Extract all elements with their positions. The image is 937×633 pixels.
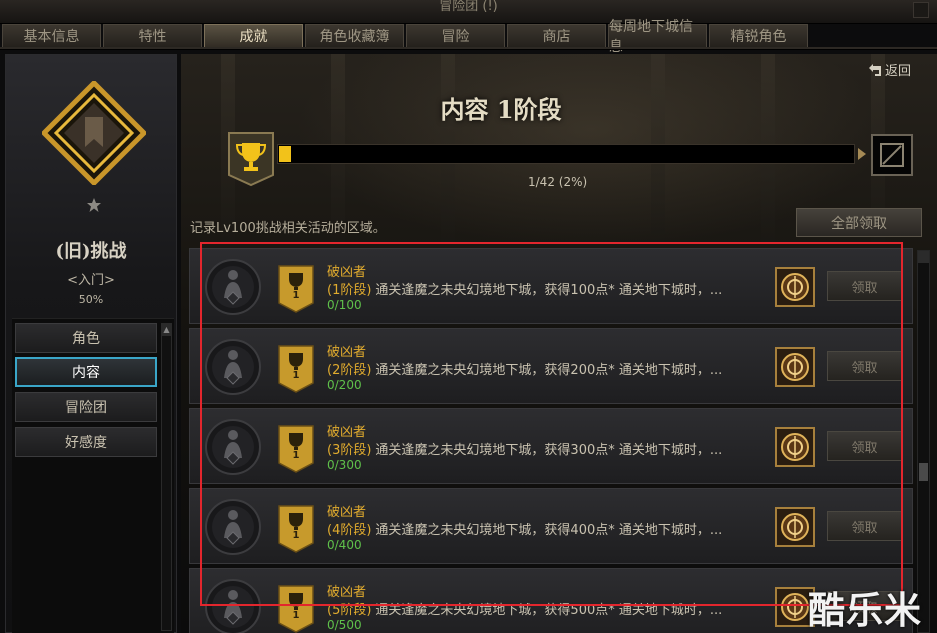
scroll-up-icon[interactable] (918, 251, 929, 263)
achievement-row: 1 破凶者 (3阶段) 通关逢魔之未央幻境地下城，获得300点* 通关地下城时，.… (189, 408, 913, 484)
rank-number: 1 (292, 610, 300, 621)
reward-box-icon[interactable] (775, 347, 815, 387)
watermark: 酷乐米 (808, 589, 922, 632)
claim-button[interactable]: 领取 (827, 351, 902, 381)
locked-slot-icon (880, 143, 904, 167)
progress-text: 1/42 (2%) (528, 175, 588, 189)
category-level: <入门> (67, 273, 115, 288)
sidebar-item-character[interactable]: 角色 (15, 323, 157, 353)
trophy-icon (278, 585, 314, 633)
tab-achievements[interactable]: 成就 (204, 24, 303, 47)
achievement-count: 0/200 (327, 378, 362, 392)
star-icon (87, 198, 101, 212)
achievement-description: (2阶段) 通关逢魔之未央幻境地下城，获得200点* 通关地下城时，... (327, 359, 722, 378)
tab-weekly-dungeon[interactable]: 每周地下城信息 (608, 19, 707, 55)
achievement-name: 破凶者 (327, 425, 367, 440)
scroll-thumb[interactable] (919, 463, 928, 481)
achievement-text: 通关逢魔之未央幻境地下城，获得300点* 通关地下城时，... (375, 443, 723, 458)
category-title: (旧)挑战 (55, 241, 127, 262)
tab-traits[interactable]: 特性 (103, 24, 202, 47)
achievement-stage: (3阶段) (327, 443, 372, 458)
stage-description: 记录Lv100挑战相关活动的区域。 (190, 221, 386, 236)
return-arrow-icon (868, 63, 881, 76)
tab-character-collection[interactable]: 角色收藏簿 (305, 24, 404, 47)
stage-title: 内容 1阶段 (440, 95, 562, 124)
category-panel: (旧)挑战 <入门> 50% 角色 内容 冒险团 好感度 ▲ (5, 54, 177, 633)
top-tabs: 基本信息 特性 成就 角色收藏簿 冒险 商店 每周地下城信息 精锐角色 (2, 19, 937, 55)
reward-box-icon[interactable] (775, 267, 815, 307)
tabs-divider (0, 47, 937, 50)
achievement-text: 通关逢魔之未央幻境地下城，获得100点* 通关地下城时，... (375, 283, 723, 298)
achievement-row: 1 破凶者 (2阶段) 通关逢魔之未央幻境地下城，获得200点* 通关地下城时，.… (189, 328, 913, 404)
achievement-description: (5阶段) 通关逢魔之未央幻境地下城，获得500点* 通关地下城时，... (327, 599, 722, 618)
claim-button[interactable]: 领取 (827, 271, 902, 301)
achievement-stage: (2阶段) (327, 363, 372, 378)
character-medal-icon (205, 419, 261, 475)
achievement-count: 0/500 (327, 618, 362, 632)
reward-box-icon[interactable] (775, 427, 815, 467)
back-button[interactable]: 返回 (868, 60, 911, 79)
tab-shop[interactable]: 商店 (507, 24, 606, 47)
progress-fill (279, 146, 291, 162)
rank-number: 1 (292, 370, 300, 381)
tab-elite-characters[interactable]: 精锐角色 (709, 24, 808, 47)
achievement-description: (3阶段) 通关逢魔之未央幻境地下城，获得300点* 通关地下城时，... (327, 439, 722, 458)
tab-adventure[interactable]: 冒险 (406, 24, 505, 47)
category-percent: 50% (78, 293, 104, 306)
rank-number: 1 (292, 450, 300, 461)
achievement-row: 1 破凶者 (4阶段) 通关逢魔之未央幻境地下城，获得400点* 通关地下城时，.… (189, 488, 913, 564)
achievement-row: 1 破凶者 (5阶段) 通关逢魔之未央幻境地下城，获得500点* 通关地下城时，.… (189, 568, 913, 633)
achievement-count: 0/100 (327, 298, 362, 312)
achievement-main: 返回 内容 1阶段 1/42 (2%) 记录Lv100挑战相关活动的区域。 全部… (181, 54, 937, 633)
character-medal-icon (205, 339, 261, 395)
window-titlebar: 冒险团 (!) (0, 0, 937, 24)
stage-progress-bar (277, 144, 855, 164)
category-scrollbar[interactable]: ▲ (161, 323, 172, 631)
scroll-up-icon[interactable]: ▲ (162, 324, 171, 336)
achievement-stage: (1阶段) (327, 283, 372, 298)
trophy-icon (278, 345, 314, 393)
claim-button[interactable]: 领取 (827, 431, 902, 461)
claim-all-button[interactable]: 全部领取 (796, 208, 922, 237)
tab-basic-info[interactable]: 基本信息 (2, 24, 101, 47)
achievement-count: 0/400 (327, 538, 362, 552)
character-medal-icon (205, 579, 261, 633)
sidebar-item-content[interactable]: 内容 (15, 357, 157, 387)
achievement-name: 破凶者 (327, 585, 367, 600)
sidebar-item-adventure-group[interactable]: 冒险团 (15, 392, 157, 422)
back-label: 返回 (884, 64, 911, 79)
achievement-description: (4阶段) 通关逢魔之未央幻境地下城，获得400点* 通关地下城时，... (327, 519, 722, 538)
achievement-name: 破凶者 (327, 345, 367, 360)
reward-box-icon[interactable] (775, 507, 815, 547)
achievement-text: 通关逢魔之未央幻境地下城，获得400点* 通关地下城时，... (375, 523, 723, 538)
progress-arrow-icon (858, 148, 866, 160)
achievement-text: 通关逢魔之未央幻境地下城，获得200点* 通关地下城时，... (375, 363, 723, 378)
close-icon[interactable] (913, 2, 929, 18)
achievement-list: 1 破凶者 (1阶段) 通关逢魔之未央幻境地下城，获得100点* 通关地下城时，.… (189, 248, 915, 633)
sidebar-item-affinity[interactable]: 好感度 (15, 427, 157, 457)
achievement-text: 通关逢魔之未央幻境地下城，获得500点* 通关地下城时，... (375, 603, 723, 618)
achievement-description: (1阶段) 通关逢魔之未央幻境地下城，获得100点* 通关地下城时，... (327, 279, 722, 298)
achievement-name: 破凶者 (327, 505, 367, 520)
trophy-icon (278, 425, 314, 473)
achievement-stage: (5阶段) (327, 603, 372, 618)
window-title: 冒险团 (!) (439, 0, 498, 14)
achievement-stage: (4阶段) (327, 523, 372, 538)
category-emblem-icon (42, 81, 146, 185)
achievement-scrollbar[interactable] (917, 250, 930, 633)
achievement-name: 破凶者 (327, 265, 367, 280)
character-medal-icon (205, 499, 261, 555)
character-medal-icon (205, 259, 261, 315)
category-list: 角色 内容 冒险团 好感度 ▲ (12, 318, 174, 633)
achievement-row: 1 破凶者 (1阶段) 通关逢魔之未央幻境地下城，获得100点* 通关地下城时，.… (189, 248, 913, 324)
trophy-icon (278, 505, 314, 553)
achievement-count: 0/300 (327, 458, 362, 472)
trophy-icon (228, 132, 274, 187)
trophy-icon (278, 265, 314, 313)
rank-number: 1 (292, 290, 300, 301)
claim-button[interactable]: 领取 (827, 511, 902, 541)
stage-reward-slot[interactable] (871, 134, 913, 176)
rank-number: 1 (292, 530, 300, 541)
